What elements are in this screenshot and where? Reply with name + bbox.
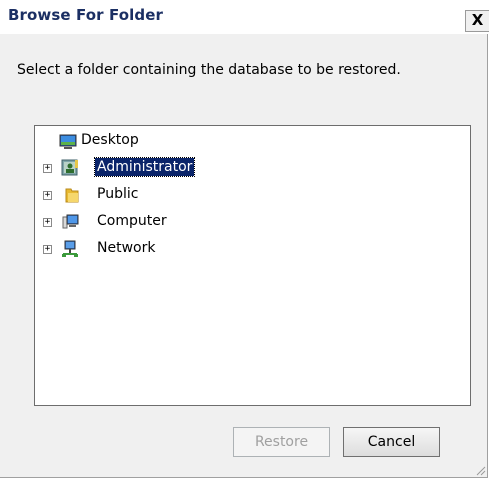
tree-item-label: Network (97, 240, 156, 256)
user-folder-icon (61, 159, 78, 176)
expand-icon[interactable]: + (43, 245, 52, 254)
tree-item-computer[interactable]: + Computer (35, 211, 465, 233)
title-bar[interactable]: Browse For Folder X (0, 0, 489, 34)
network-icon (62, 240, 78, 257)
close-icon: X (471, 11, 484, 29)
tree-item-label: Desktop (81, 132, 139, 148)
expand-icon[interactable]: + (43, 218, 52, 227)
tree-item-label: Administrator (93, 157, 196, 177)
tree-item-public[interactable]: + Public (35, 184, 465, 206)
tree-item-administrator[interactable]: + Administrator (35, 157, 465, 179)
folder-tree[interactable]: Desktop + Administrator + Public + Compu… (34, 125, 471, 406)
tree-item-label: Computer (97, 213, 167, 229)
cancel-button[interactable]: Cancel (343, 427, 440, 457)
browse-for-folder-dialog: Browse For Folder X Select a folder cont… (0, 0, 489, 478)
close-button[interactable]: X (465, 10, 489, 32)
resize-grip-icon[interactable] (474, 464, 486, 476)
tree-item-network[interactable]: + Network (35, 238, 465, 260)
restore-button[interactable]: Restore (233, 427, 330, 457)
computer-icon (62, 214, 79, 229)
folder-icon (65, 188, 79, 203)
desktop-icon (59, 134, 77, 149)
tree-item-desktop[interactable]: Desktop (35, 130, 465, 152)
expand-icon[interactable]: + (43, 191, 52, 200)
expand-icon[interactable]: + (43, 164, 52, 173)
dialog-title: Browse For Folder (8, 6, 163, 24)
tree-item-label: Public (97, 186, 139, 202)
instruction-text: Select a folder containing the database … (17, 62, 401, 78)
